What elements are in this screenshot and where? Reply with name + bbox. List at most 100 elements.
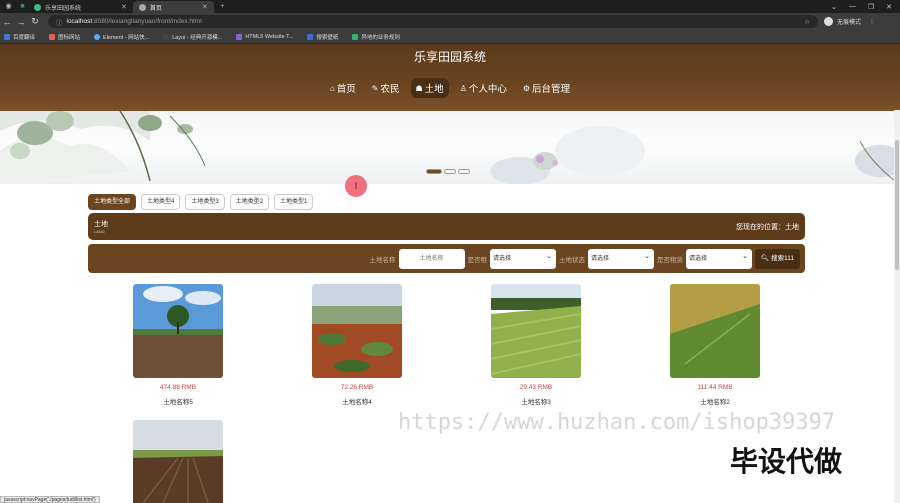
land-image[interactable] bbox=[491, 284, 581, 378]
element-icon bbox=[94, 33, 101, 40]
browser-tab-1-title: 乐享田园系统 bbox=[45, 5, 82, 12]
window-controls: ⌄ — ❐ ✕ bbox=[831, 3, 900, 11]
bookmark-star-icon[interactable]: ☆ bbox=[804, 18, 810, 26]
category-chip[interactable]: 土地类型2 bbox=[229, 194, 270, 210]
land-name: 土地名称4 bbox=[342, 399, 372, 406]
watermark: https://www.huzhan.com/ishop39397 bbox=[398, 410, 836, 435]
new-tab-icon[interactable]: + bbox=[217, 1, 228, 12]
profile-label: 无痕模式 bbox=[837, 20, 862, 26]
chevron-down-icon[interactable]: ⌄ bbox=[831, 3, 837, 11]
land-price: 111.44 RMB bbox=[697, 384, 733, 391]
translate-icon bbox=[4, 33, 10, 40]
search-button[interactable]: 🔍︎ 搜索111 bbox=[755, 248, 800, 269]
browser-tab-2[interactable]: 首页 ✕ bbox=[132, 1, 214, 13]
site-header: 乐享田园系统 ⌂ 首页 ✎ 农民 ☗ 土地 ♙ 个人中心 ⚙ 后台管理 bbox=[0, 44, 900, 111]
info-icon[interactable]: ⓘ bbox=[56, 17, 63, 27]
name-label: 土地名称 bbox=[369, 256, 396, 264]
url-input[interactable]: ⓘ localhost :8080/lexiangtianyuan/front/… bbox=[48, 15, 818, 28]
link-icon: ⚙ bbox=[522, 83, 531, 93]
carousel-dot[interactable] bbox=[426, 169, 442, 174]
land-card[interactable]: 29.43 RMB 土地名称3 bbox=[491, 284, 581, 406]
search-form: 土地名称 是否租 请选择 土地状态 请选择 是否租赁 请选择 🔍︎ 搜索111 bbox=[88, 244, 805, 273]
search-icon: 🔍︎ bbox=[761, 254, 770, 262]
land-image[interactable] bbox=[133, 420, 223, 503]
icon-site-icon bbox=[49, 33, 56, 40]
main-nav: ⌂ 首页 ✎ 农民 ☗ 土地 ♙ 个人中心 ⚙ 后台管理 bbox=[0, 78, 900, 98]
land-price: 474.88 RMB bbox=[159, 384, 197, 391]
bookmark-item[interactable]: 异地的业务规则 bbox=[352, 33, 400, 41]
close-icon[interactable]: ✕ bbox=[121, 3, 127, 11]
nav-land[interactable]: ☗ 土地 bbox=[410, 78, 449, 98]
bookmark-item[interactable]: 搜索壁纸 bbox=[307, 33, 338, 41]
land-image[interactable] bbox=[312, 284, 402, 378]
bookmark-item[interactable]: Layui - 经典开源模... bbox=[163, 33, 222, 41]
category-chip[interactable]: 土地类型3 bbox=[185, 194, 225, 210]
pen-icon: ✎ bbox=[371, 83, 379, 93]
url-path: :8080/lexiangtianyuan/front/index.html bbox=[92, 18, 202, 25]
bookmark-item[interactable]: HTML5 Website T... bbox=[236, 33, 294, 40]
land-card[interactable]: 111.44 RMB 土地名称2 bbox=[670, 284, 760, 406]
land-card[interactable]: 72.26 RMB 土地名称4 bbox=[312, 284, 402, 406]
status-label: 土地状态 bbox=[559, 256, 586, 264]
land-price: 72.26 RMB bbox=[340, 384, 374, 391]
close-icon[interactable]: ✕ bbox=[202, 3, 208, 11]
wallpaper-icon bbox=[307, 33, 314, 40]
section-subtitle: LAND bbox=[94, 229, 105, 234]
bookmark-item[interactable]: Element - 网站快... bbox=[94, 33, 149, 41]
carousel-dot[interactable] bbox=[444, 169, 456, 174]
bookmark-item[interactable]: 图标网站 bbox=[49, 33, 80, 41]
close-window-icon[interactable]: ✕ bbox=[886, 3, 892, 11]
category-chip-all[interactable]: 土地类型全部 bbox=[88, 194, 137, 210]
home-icon: ⌂ bbox=[329, 83, 335, 93]
forward-icon[interactable]: → bbox=[14, 17, 28, 27]
nav-profile[interactable]: ♙ 个人中心 bbox=[455, 78, 512, 98]
status-select[interactable]: 请选择 bbox=[588, 247, 655, 269]
nav-admin[interactable]: ⚙ 后台管理 bbox=[518, 78, 575, 98]
bookmark-item[interactable]: 百度翻译 bbox=[4, 33, 35, 41]
globe-icon bbox=[138, 3, 146, 11]
layui-icon bbox=[163, 33, 170, 40]
land-image[interactable] bbox=[133, 284, 223, 378]
nav-label: 首页 bbox=[336, 84, 356, 95]
search-button-label: 搜索111 bbox=[771, 254, 794, 262]
app-icon[interactable]: ■ bbox=[17, 1, 28, 12]
land-name: 土地名称2 bbox=[700, 399, 730, 406]
scrollbar-thumb[interactable] bbox=[895, 140, 899, 270]
browser-tab-1[interactable]: 乐享田园系统 ✕ bbox=[28, 1, 133, 13]
nav-farmer[interactable]: ✎ 农民 bbox=[367, 78, 405, 98]
cursor-marker: I bbox=[345, 175, 367, 197]
reload-icon[interactable]: ↻ bbox=[28, 16, 42, 27]
location-text: 您现在的位置：土地 bbox=[736, 223, 799, 231]
carousel-indicators bbox=[426, 169, 470, 174]
bookmark-label: HTML5 Website T... bbox=[245, 33, 294, 40]
browser-tab-2-title: 首页 bbox=[149, 5, 162, 12]
nav-label: 土地 bbox=[424, 84, 444, 95]
section-title: 土地 bbox=[94, 221, 108, 228]
land-price: 29.43 RMB bbox=[519, 384, 553, 391]
land-name: 土地名称5 bbox=[163, 399, 193, 406]
rent-select[interactable]: 请选择 bbox=[490, 247, 557, 269]
back-icon[interactable]: ← bbox=[0, 17, 14, 27]
rules-icon bbox=[352, 33, 359, 40]
land-image[interactable] bbox=[670, 284, 760, 378]
land-name-input[interactable] bbox=[398, 248, 465, 269]
restore-icon[interactable]: ❐ bbox=[868, 3, 874, 11]
tab-search-icon[interactable]: ◉ bbox=[3, 1, 14, 12]
user-icon: ♙ bbox=[459, 83, 467, 93]
profile-button[interactable]: 无痕模式 ⋮ bbox=[824, 17, 875, 26]
category-chip[interactable]: 土地类型4 bbox=[141, 194, 181, 210]
lease-select[interactable]: 请选择 bbox=[686, 247, 753, 269]
category-chip[interactable]: 土地类型1 bbox=[274, 194, 314, 210]
land-card[interactable]: 474.88 RMB 土地名称5 bbox=[133, 284, 223, 406]
carousel-dot[interactable] bbox=[458, 169, 470, 174]
category-filter: 土地类型全部 土地类型4 土地类型3 土地类型2 土地类型1 bbox=[88, 194, 314, 210]
minimize-icon[interactable]: — bbox=[849, 3, 856, 11]
more-icon[interactable]: ⋮ bbox=[869, 18, 875, 25]
page-scrollbar[interactable] bbox=[894, 110, 900, 503]
land-card[interactable] bbox=[133, 420, 223, 503]
bookmark-label: 异地的业务规则 bbox=[361, 34, 400, 41]
breadcrumb: 土地 LAND 您现在的位置：土地 bbox=[88, 213, 805, 240]
bookmark-label: 图标网站 bbox=[58, 34, 81, 41]
nav-home[interactable]: ⌂ 首页 bbox=[325, 78, 361, 98]
bookmark-label: 百度翻译 bbox=[13, 34, 36, 41]
